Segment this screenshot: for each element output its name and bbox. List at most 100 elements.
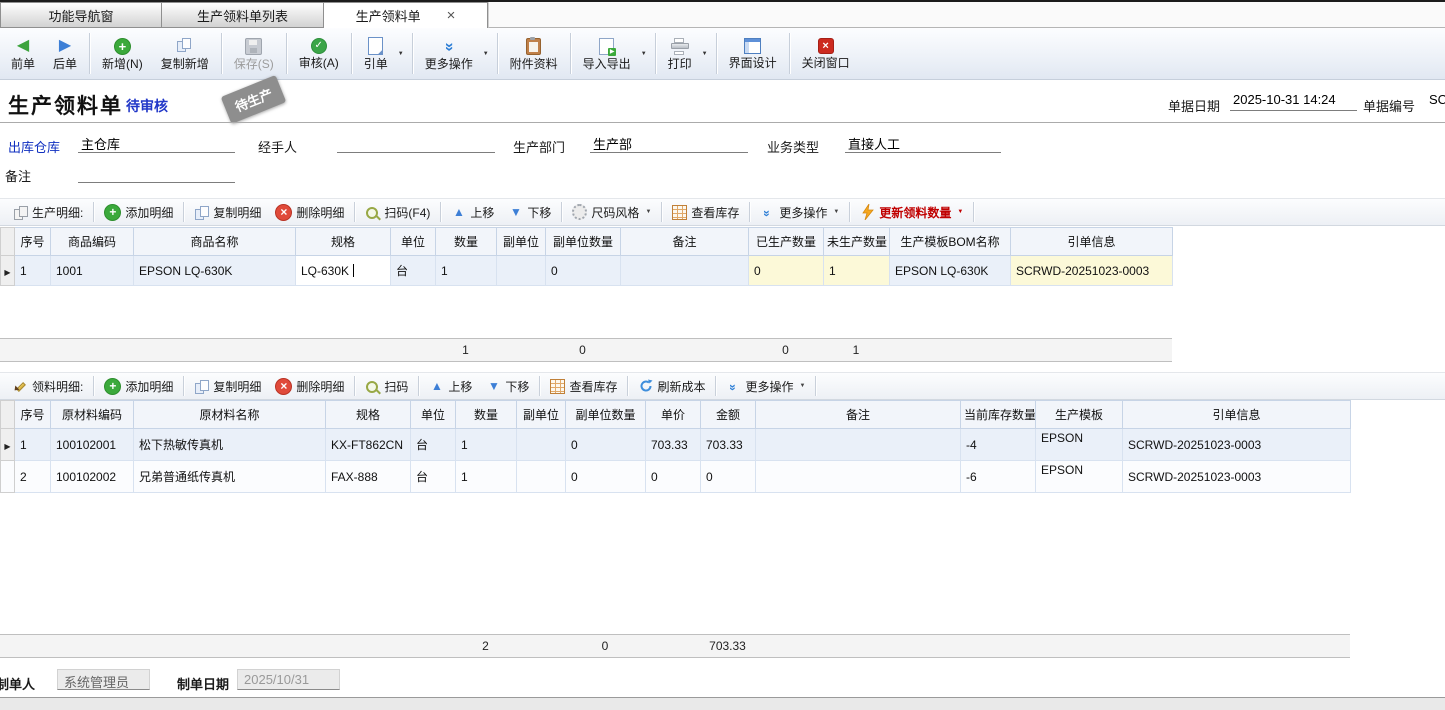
audit-button[interactable]: ✓ 审核(A) bbox=[290, 28, 348, 79]
s2-scan-button[interactable]: 扫码 bbox=[358, 374, 415, 398]
s1-delete-row-button[interactable]: × 删除明细 bbox=[268, 200, 351, 224]
grid-cell[interactable]: 台 bbox=[411, 429, 456, 461]
doc-date-field[interactable]: 2025-10-31 14:24 bbox=[1230, 90, 1357, 111]
s2-copy-row-button[interactable]: 复制明细 bbox=[187, 374, 268, 398]
grid-cell[interactable]: EPSON bbox=[1036, 429, 1123, 461]
copy-new-button[interactable]: 复制新增 bbox=[152, 28, 218, 79]
s2-add-row-button[interactable]: + 添加明细 bbox=[97, 374, 180, 398]
s2-view-stock-button[interactable]: 查看库存 bbox=[543, 374, 624, 398]
grid-cell[interactable]: 0 bbox=[646, 461, 701, 493]
grid-cell[interactable]: 2 bbox=[15, 461, 51, 493]
grid-cell[interactable]: 0 bbox=[546, 256, 621, 286]
grid-cell[interactable]: 0 bbox=[701, 461, 756, 493]
grid-header-cell[interactable]: 金额 bbox=[701, 401, 756, 429]
tab-requisition-list[interactable]: 生产领料单列表 bbox=[162, 2, 324, 28]
grid-cell[interactable]: SCRWD-20251023-0003 bbox=[1011, 256, 1173, 286]
grid-header-cell[interactable]: 原材料名称 bbox=[134, 401, 326, 429]
grid-header-cell[interactable]: 副单位 bbox=[497, 228, 546, 256]
grid-cell[interactable]: FAX-888 bbox=[326, 461, 411, 493]
dropdown-caret[interactable]: ▼ bbox=[833, 209, 839, 215]
grid-cell[interactable]: 1 bbox=[15, 429, 51, 461]
grid-header-cell[interactable]: 已生产数量 bbox=[749, 228, 824, 256]
table-row[interactable]: ▶ 1 1001 EPSON LQ-630K LQ-630K 台 1 0 0 1… bbox=[1, 256, 1173, 286]
grid-header-cell[interactable]: 引单信息 bbox=[1011, 228, 1173, 256]
next-doc-button[interactable]: ▶ 后单 bbox=[44, 28, 86, 79]
grid-header-cell[interactable]: 副单位 bbox=[517, 401, 566, 429]
grid-header-cell[interactable]: 生产模板BOM名称 bbox=[890, 228, 1011, 256]
grid-header-cell[interactable]: 商品编码 bbox=[51, 228, 134, 256]
grid-cell[interactable]: 1001 bbox=[51, 256, 134, 286]
grid-header-cell[interactable]: 未生产数量 bbox=[824, 228, 890, 256]
grid-header-cell[interactable]: 生产模板 bbox=[1036, 401, 1123, 429]
pull-doc-button[interactable]: 引单 bbox=[355, 28, 397, 79]
grid-cell[interactable]: 703.33 bbox=[701, 429, 756, 461]
grid-cell[interactable]: KX-FT862CN bbox=[326, 429, 411, 461]
s1-move-up-button[interactable]: ▲ 上移 bbox=[444, 200, 501, 224]
print-button[interactable]: 打印 bbox=[659, 28, 701, 79]
grid-header-cell[interactable]: 规格 bbox=[326, 401, 411, 429]
warehouse-field[interactable]: 主仓库 bbox=[78, 132, 235, 153]
grid-cell[interactable]: 0 bbox=[566, 429, 646, 461]
grid-cell[interactable] bbox=[756, 429, 961, 461]
s1-scan-button[interactable]: 扫码(F4) bbox=[358, 200, 437, 224]
grid-cell[interactable]: 703.33 bbox=[646, 429, 701, 461]
grid-header-cell[interactable]: 序号 bbox=[15, 228, 51, 256]
grid-cell[interactable]: -4 bbox=[961, 429, 1036, 461]
grid-cell[interactable]: 1 bbox=[436, 256, 497, 286]
s1-copy-row-button[interactable]: 复制明细 bbox=[187, 200, 268, 224]
more-actions-button[interactable]: » 更多操作 bbox=[416, 28, 482, 79]
import-export-button[interactable]: ▶ 导入导出 bbox=[574, 28, 640, 79]
dept-field[interactable]: 生产部 bbox=[590, 132, 748, 153]
grid-header-cell[interactable]: 单位 bbox=[391, 228, 436, 256]
grid-cell[interactable] bbox=[497, 256, 546, 286]
s2-move-down-button[interactable]: ▼ 下移 bbox=[479, 374, 536, 398]
table-row[interactable]: ▶ 1 100102001 松下热敏传真机 KX-FT862CN 台 1 0 7… bbox=[1, 429, 1351, 461]
dropdown-caret[interactable]: ▼ bbox=[482, 28, 494, 79]
close-window-button[interactable]: × 关闭窗口 bbox=[793, 28, 859, 79]
grid-header-cell[interactable]: 备注 bbox=[621, 228, 749, 256]
grid-header-cell[interactable]: 序号 bbox=[15, 401, 51, 429]
s2-move-up-button[interactable]: ▲ 上移 bbox=[422, 374, 479, 398]
grid-header-cell[interactable]: 副单位数量 bbox=[546, 228, 621, 256]
dropdown-caret[interactable]: ▼ bbox=[957, 209, 963, 215]
grid-header-cell[interactable]: 数量 bbox=[436, 228, 497, 256]
grid-cell[interactable] bbox=[517, 461, 566, 493]
grid-header-cell[interactable]: 副单位数量 bbox=[566, 401, 646, 429]
s1-view-stock-button[interactable]: 查看库存 bbox=[665, 200, 746, 224]
grid-header-cell[interactable]: 引单信息 bbox=[1123, 401, 1351, 429]
doc-number-field[interactable]: SC bbox=[1426, 90, 1445, 111]
grid-cell[interactable]: 100102002 bbox=[51, 461, 134, 493]
tab-requisition-form[interactable]: 生产领料单 × bbox=[324, 2, 488, 28]
grid-cell[interactable] bbox=[621, 256, 749, 286]
grid-cell[interactable]: 松下热敏传真机 bbox=[134, 429, 326, 461]
table-row[interactable]: 2 100102002 兄弟普通纸传真机 FAX-888 台 1 0 0 0 -… bbox=[1, 461, 1351, 493]
s1-more-actions-button[interactable]: » 更多操作 ▼ bbox=[753, 200, 846, 224]
grid-header-cell[interactable]: 单位 bbox=[411, 401, 456, 429]
dropdown-caret[interactable]: ▼ bbox=[799, 383, 805, 389]
grid-cell[interactable]: SCRWD-20251023-0003 bbox=[1123, 429, 1351, 461]
grid-cell[interactable]: 1 bbox=[456, 429, 517, 461]
grid-cell[interactable]: 1 bbox=[15, 256, 51, 286]
s1-update-qty-button[interactable]: 更新领料数量 ▼ bbox=[853, 200, 970, 224]
s2-delete-row-button[interactable]: × 删除明细 bbox=[268, 374, 351, 398]
grid-cell[interactable]: SCRWD-20251023-0003 bbox=[1123, 461, 1351, 493]
dropdown-caret[interactable]: ▼ bbox=[701, 28, 713, 79]
tab-nav-window[interactable]: 功能导航窗 bbox=[0, 2, 162, 28]
grid-cell-editing[interactable]: LQ-630K bbox=[296, 256, 391, 286]
grid-header-cell[interactable]: 数量 bbox=[456, 401, 517, 429]
add-new-button[interactable]: + 新增(N) bbox=[93, 28, 152, 79]
handler-field[interactable] bbox=[337, 132, 495, 153]
grid-header-cell[interactable]: 商品名称 bbox=[134, 228, 296, 256]
tab-close-icon[interactable]: × bbox=[447, 8, 456, 23]
grid-cell[interactable]: EPSON LQ-630K bbox=[134, 256, 296, 286]
ui-design-button[interactable]: 界面设计 bbox=[720, 28, 786, 79]
grid-cell[interactable]: 100102001 bbox=[51, 429, 134, 461]
grid-cell[interactable] bbox=[756, 461, 961, 493]
grid-cell[interactable]: 兄弟普通纸传真机 bbox=[134, 461, 326, 493]
s2-refresh-cost-button[interactable]: 刷新成本 bbox=[631, 374, 712, 398]
grid-header-cell[interactable]: 规格 bbox=[296, 228, 391, 256]
dropdown-caret[interactable]: ▼ bbox=[397, 28, 409, 79]
s1-move-down-button[interactable]: ▼ 下移 bbox=[501, 200, 558, 224]
grid-header-cell[interactable]: 当前库存数量 bbox=[961, 401, 1036, 429]
grid-header-cell[interactable]: 备注 bbox=[756, 401, 961, 429]
